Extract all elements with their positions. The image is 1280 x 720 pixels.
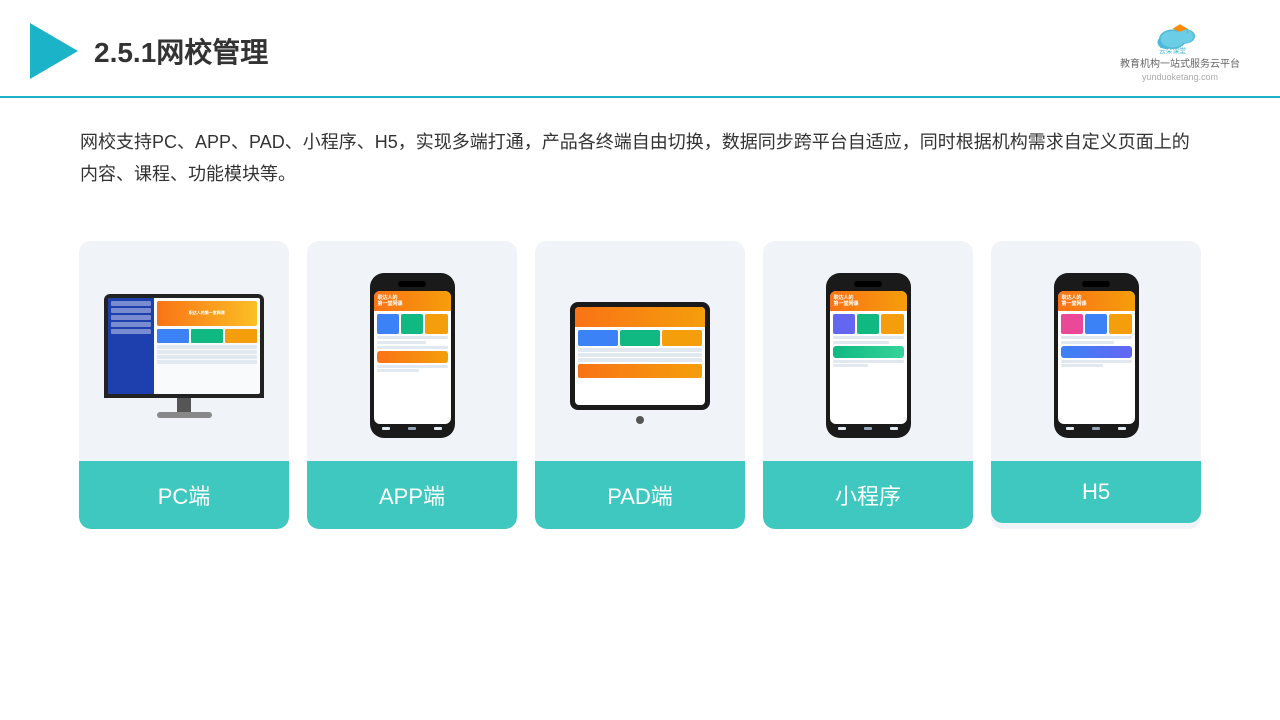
card-miniapp: 职达人的第一堂网课: [763, 241, 973, 529]
pc-mockup: 职达人的第一堂网课: [104, 294, 264, 418]
tablet-mockup: [570, 302, 710, 410]
card-h5: 职达人的第一堂网课: [991, 241, 1201, 529]
monitor-neck: [177, 398, 191, 412]
card-app-image: 职达人的第一堂网课: [307, 241, 517, 461]
card-pad-label: PAD端: [535, 461, 745, 529]
description-text: 网校支持PC、APP、PAD、小程序、H5，实现多端打通，产品各终端自由切换，数…: [0, 98, 1280, 201]
h5-phone-mockup: 职达人的第一堂网课: [1054, 273, 1139, 438]
card-h5-image: 职达人的第一堂网课: [991, 241, 1201, 461]
page-title: 2.5.1网校管理: [94, 31, 268, 71]
phone-notch: [398, 281, 426, 287]
tablet-screen: [575, 307, 705, 405]
card-miniapp-label: 小程序: [763, 461, 973, 529]
miniapp-phone-mockup: 职达人的第一堂网课: [826, 273, 911, 438]
card-pc: 职达人的第一堂网课: [79, 241, 289, 529]
logo-tagline: 教育机构一站式服务云平台yunduoketang.com: [1120, 58, 1240, 84]
card-pc-image: 职达人的第一堂网课: [79, 241, 289, 461]
monitor-screen-wrapper: 职达人的第一堂网课: [104, 294, 264, 398]
card-app-label: APP端: [307, 461, 517, 529]
monitor-screen: 职达人的第一堂网课: [108, 298, 260, 394]
header: 2.5.1网校管理 云朵课堂 教育机构一站式服务云平台yunduoketang.…: [0, 0, 1280, 98]
play-icon: [30, 23, 78, 79]
tablet-body: [570, 302, 710, 410]
card-app: 职达人的第一堂网课: [307, 241, 517, 529]
cards-container: 职达人的第一堂网课: [0, 211, 1280, 559]
logo-svg: 云朵课堂: [1150, 18, 1210, 56]
h5-notch: [1082, 281, 1110, 287]
card-h5-label: H5: [991, 461, 1201, 523]
card-pad: PAD端: [535, 241, 745, 529]
miniapp-notch: [854, 281, 882, 287]
tablet-home-button: [636, 416, 644, 424]
phone-screen: 职达人的第一堂网课: [374, 291, 451, 424]
card-pc-label: PC端: [79, 461, 289, 529]
card-miniapp-image: 职达人的第一堂网课: [763, 241, 973, 461]
miniapp-screen: 职达人的第一堂网课: [830, 291, 907, 424]
card-pad-image: [535, 241, 745, 461]
h5-screen: 职达人的第一堂网课: [1058, 291, 1135, 424]
description-content: 网校支持PC、APP、PAD、小程序、H5，实现多端打通，产品各终端自由切换，数…: [80, 132, 1190, 184]
monitor-base: [157, 412, 212, 418]
app-phone-mockup: 职达人的第一堂网课: [370, 273, 455, 438]
header-left: 2.5.1网校管理: [30, 23, 268, 79]
svg-text:云朵课堂: 云朵课堂: [1159, 46, 1186, 55]
logo-area: 云朵课堂 教育机构一站式服务云平台yunduoketang.com: [1120, 18, 1240, 84]
